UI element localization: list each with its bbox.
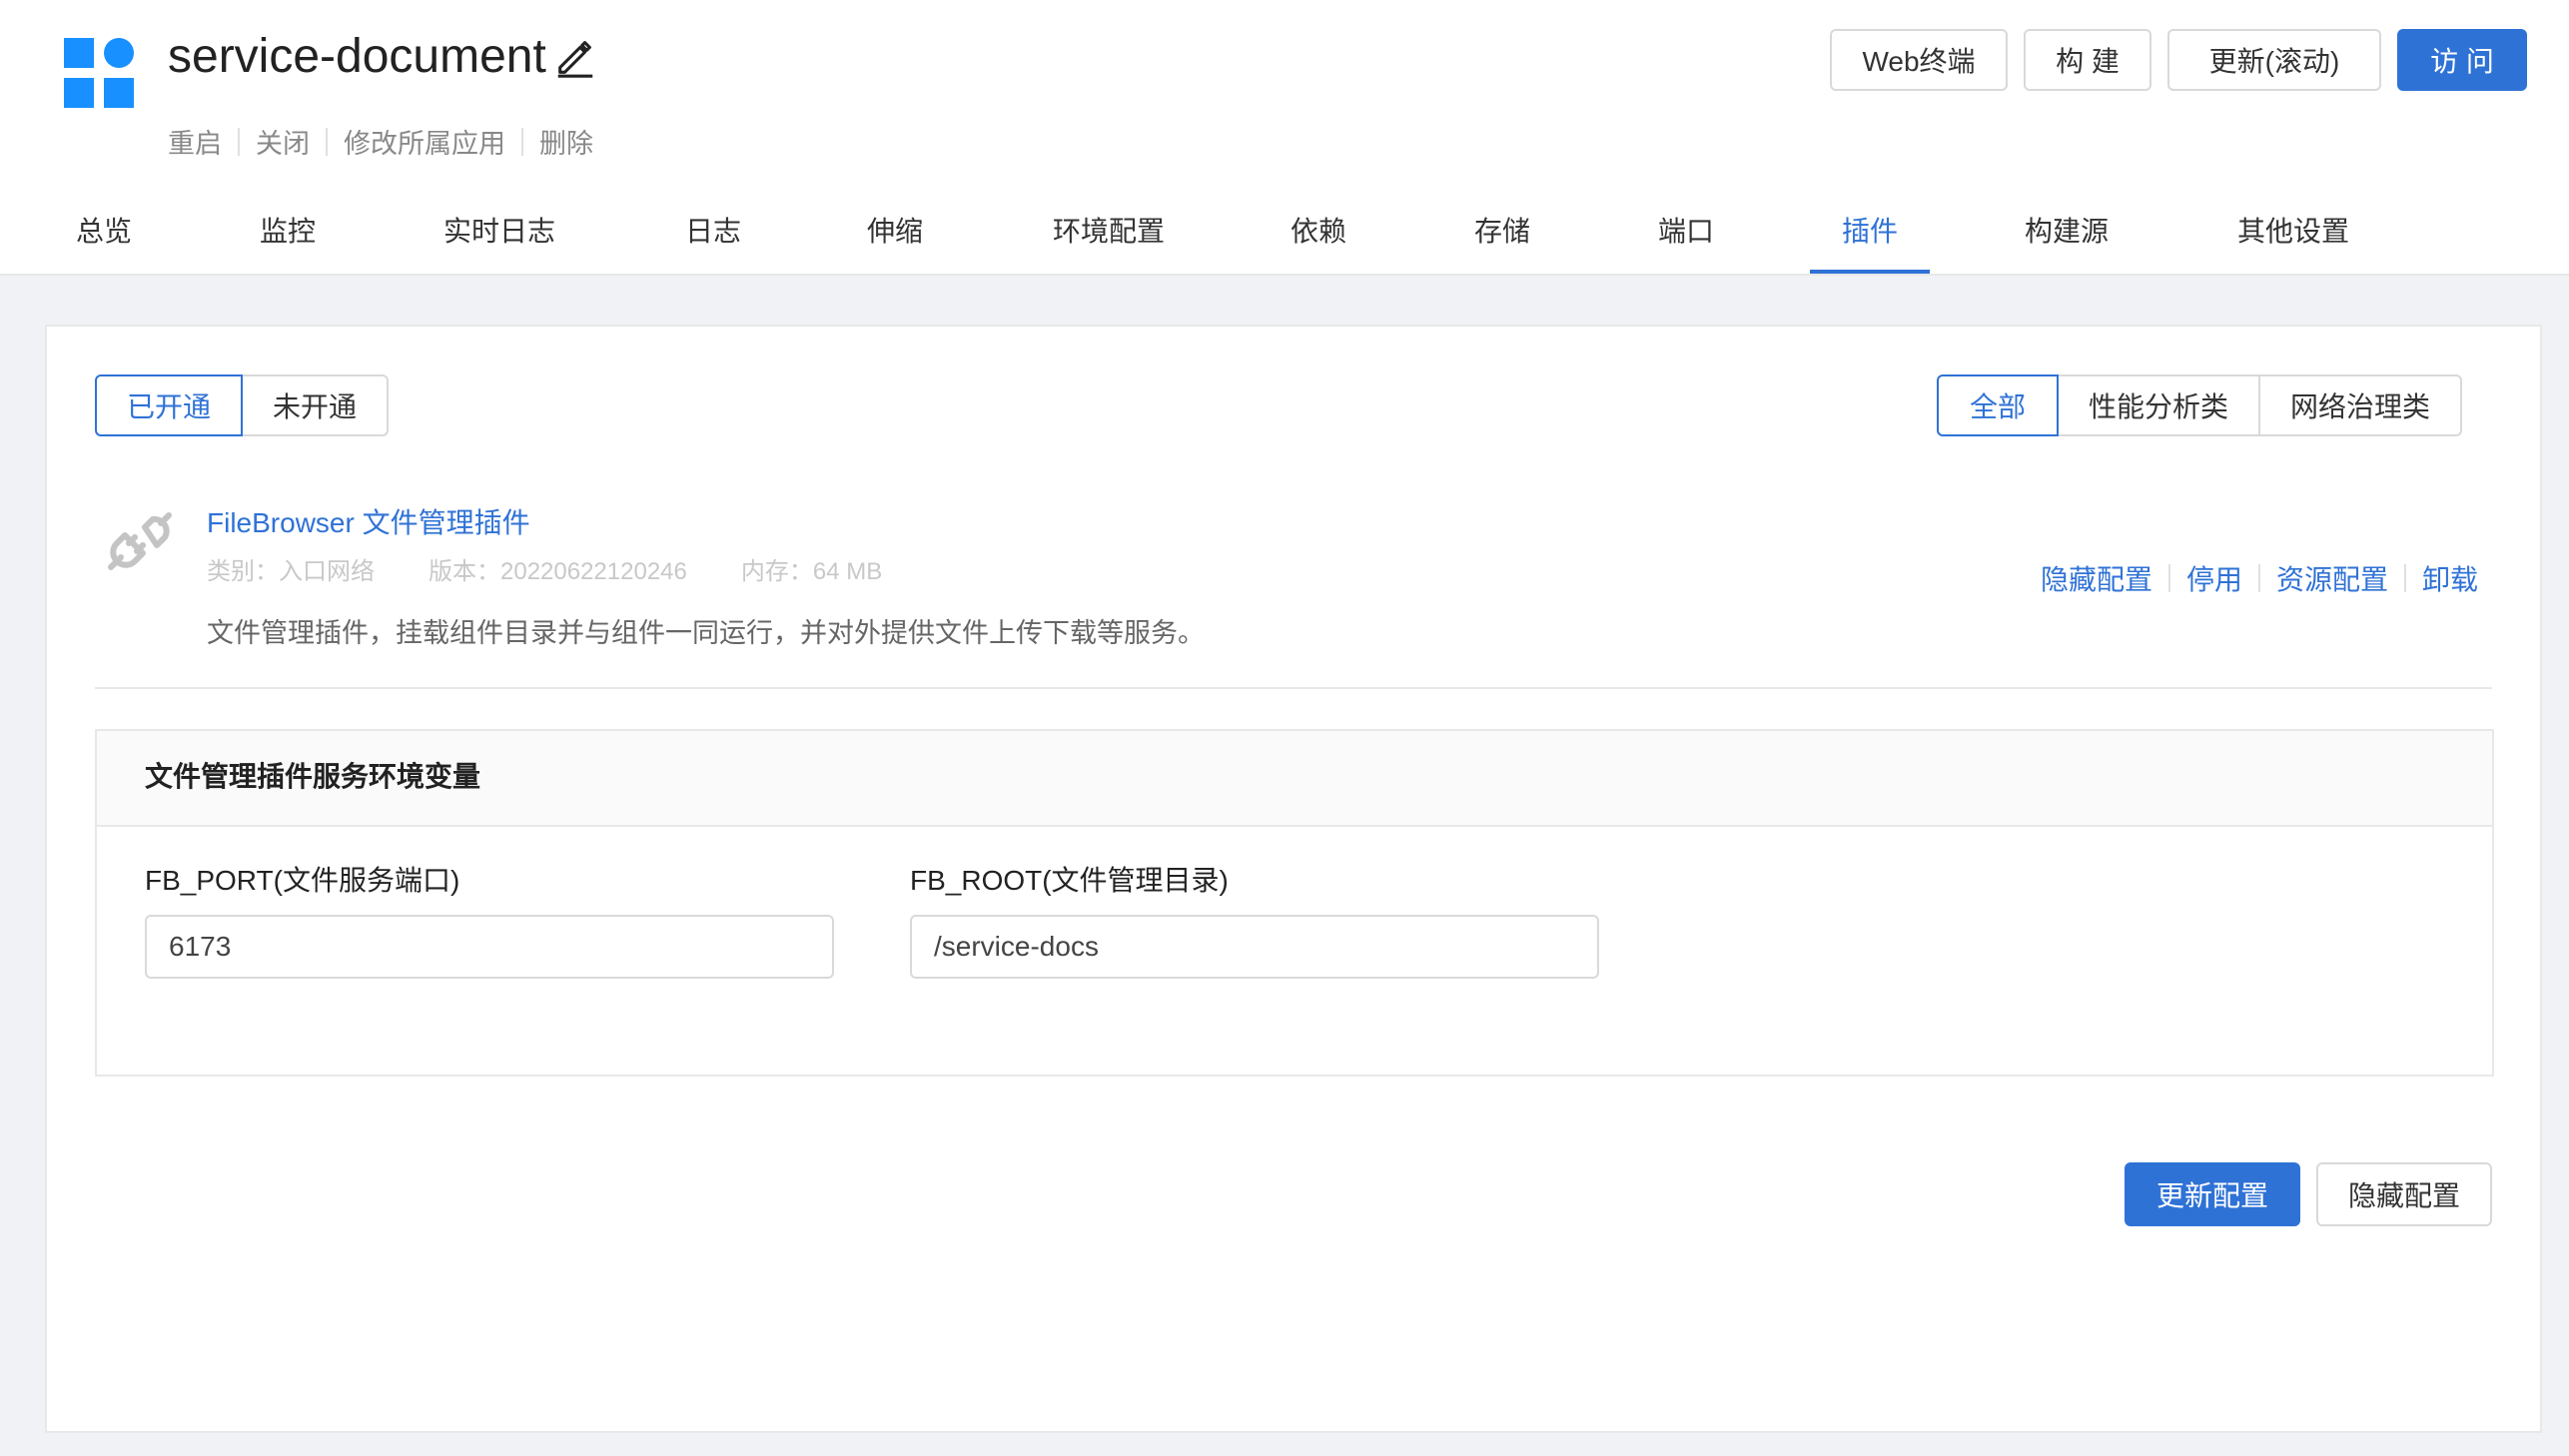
edit-icon[interactable] [552,34,598,80]
stop-link[interactable]: 关闭 [256,122,310,161]
plugin-name-link[interactable]: FileBrowser 文件管理插件 [207,501,530,541]
tab-dependencies[interactable]: 依赖 [1271,196,1366,274]
fb-root-input[interactable]: /service-docs [910,915,1599,979]
visit-button[interactable]: 访 问 [2397,29,2527,91]
page-title: service-document [168,24,598,90]
disable-link[interactable]: 停用 [2186,558,2242,598]
divider [238,127,240,156]
env-vars-title: 文件管理插件服务环境变量 [97,731,2492,827]
tab-monitor[interactable]: 监控 [240,196,336,274]
plug-icon [108,512,172,570]
divider [95,687,2492,689]
uninstall-link[interactable]: 卸载 [2422,558,2478,598]
service-actions: 重启 关闭 修改所属应用 删除 [168,122,593,161]
tab-bar: 总览 监控 实时日志 日志 伸缩 环境配置 依赖 存储 端口 插件 构建源 其他… [0,196,2569,274]
tab-realtime-log[interactable]: 实时日志 [429,196,569,274]
filter-performance[interactable]: 性能分析类 [2057,374,2260,436]
update-config-button[interactable]: 更新配置 [2125,1162,2300,1226]
tab-storage[interactable]: 存储 [1454,196,1550,274]
filter-enabled[interactable]: 已开通 [95,374,243,436]
plugin-version: 版本：20220622120246 [428,558,687,585]
build-button[interactable]: 构 建 [2024,29,2151,91]
filter-all[interactable]: 全部 [1937,374,2059,436]
tab-env-config[interactable]: 环境配置 [1039,196,1179,274]
plugin-category: 类别：入口网络 [207,558,375,585]
fb-root-label: FB_ROOT(文件管理目录) [910,865,1229,896]
hide-config-button[interactable]: 隐藏配置 [2316,1162,2492,1226]
tab-plugins[interactable]: 插件 [1810,196,1930,274]
change-app-link[interactable]: 修改所属应用 [344,122,505,161]
tab-build-source[interactable]: 构建源 [2014,196,2120,274]
fb-port-input[interactable]: 6173 [145,915,834,979]
tab-other-settings[interactable]: 其他设置 [2223,196,2363,274]
plugin-description: 文件管理插件，挂载组件目录并与组件一同运行，并对外提供文件上传下载等服务。 [207,618,1205,648]
filter-network[interactable]: 网络治理类 [2258,374,2462,436]
rolling-update-button[interactable]: 更新(滚动) [2167,29,2381,91]
divider [521,127,523,156]
divider [2257,564,2260,592]
plugin-actions: 隐藏配置 停用 资源配置 卸载 [2041,558,2478,598]
tab-log[interactable]: 日志 [665,196,761,274]
resource-config-link[interactable]: 资源配置 [2276,558,2388,598]
divider [2167,564,2170,592]
plugin-memory: 内存：64 MB [740,558,883,585]
web-terminal-button[interactable]: Web终端 [1830,29,2008,91]
category-filter: 全部 性能分析类 网络治理类 [1937,374,2462,436]
divider [2403,564,2406,592]
app-logo-icon [64,38,136,110]
plugin-card: 已开通 未开通 全部 性能分析类 网络治理类 FileBrowser 文件管理插… [45,325,2542,1433]
plugin-meta: 类别：入口网络 版本：20220622120246 内存：64 MB [207,551,882,586]
app-header: service-document 重启 关闭 修改所属应用 删除 Web终端 构… [0,0,2569,276]
fb-port-label: FB_PORT(文件服务端口) [145,865,460,896]
restart-link[interactable]: 重启 [168,122,222,161]
status-filter: 已开通 未开通 [95,374,389,436]
tab-overview[interactable]: 总览 [56,196,152,274]
hide-config-link[interactable]: 隐藏配置 [2041,558,2152,598]
divider [326,127,328,156]
tab-scaling[interactable]: 伸缩 [847,196,943,274]
delete-link[interactable]: 删除 [539,122,593,161]
env-vars-panel: 文件管理插件服务环境变量 FB_PORT(文件服务端口) 6173 FB_ROO… [95,729,2494,1077]
tab-ports[interactable]: 端口 [1638,196,1734,274]
filter-not-enabled[interactable]: 未开通 [241,374,389,436]
service-name: service-document [168,30,546,83]
